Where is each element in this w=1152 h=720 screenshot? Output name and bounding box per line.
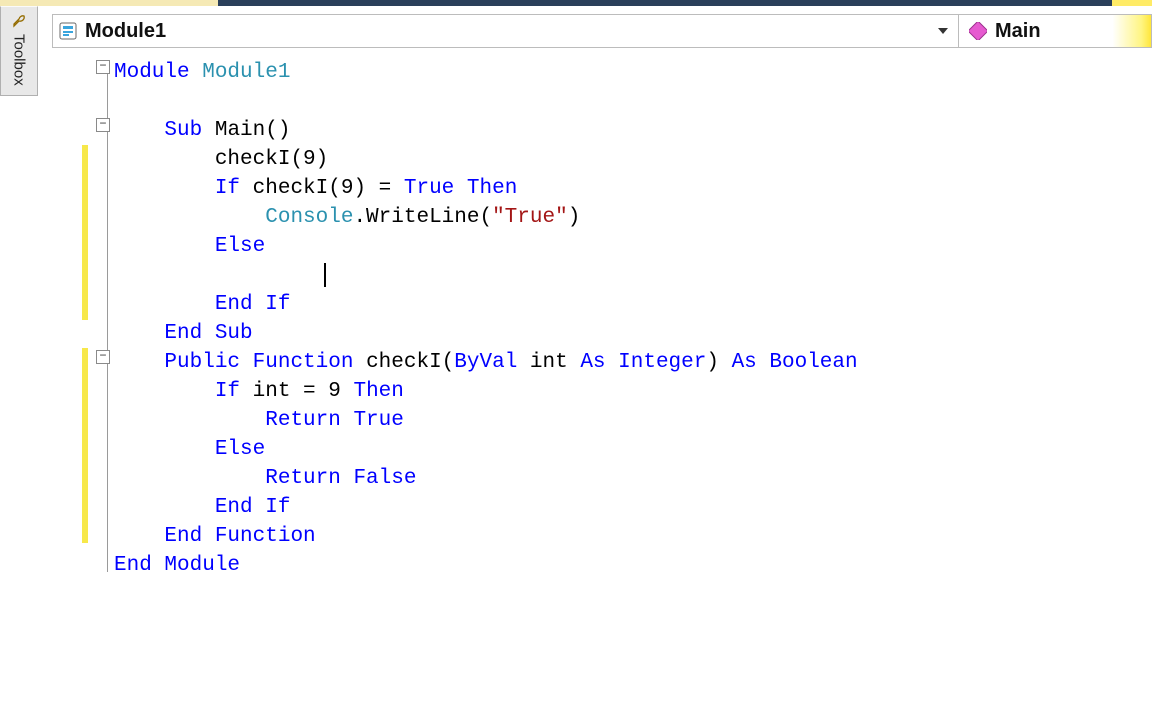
method-selector[interactable]: Main <box>959 15 1151 47</box>
module-icon <box>59 22 77 40</box>
class-selector-text: Module1 <box>85 20 166 43</box>
fold-toggle[interactable]: − <box>96 60 110 74</box>
class-selector[interactable]: Module1 <box>53 15 959 47</box>
navigation-bar: Module1 Main <box>52 14 1152 48</box>
method-selector-text: Main <box>995 20 1041 43</box>
change-indicator <box>82 145 88 320</box>
fold-toggle[interactable]: − <box>96 350 110 364</box>
toolbox-label: Toolbox <box>11 32 28 86</box>
chevron-down-icon <box>938 28 948 34</box>
code-content: Module Module1 Sub Main() checkI(9) If c… <box>114 58 858 580</box>
change-indicator <box>82 348 88 543</box>
toolbox-icon <box>11 13 27 29</box>
fold-toggle[interactable]: − <box>96 118 110 132</box>
text-cursor <box>324 263 326 287</box>
toolbox-tab[interactable]: Toolbox <box>0 6 38 96</box>
code-editor[interactable]: − − − Module Module1 Sub Main() checkI(9… <box>52 50 1152 720</box>
method-icon <box>969 22 987 40</box>
